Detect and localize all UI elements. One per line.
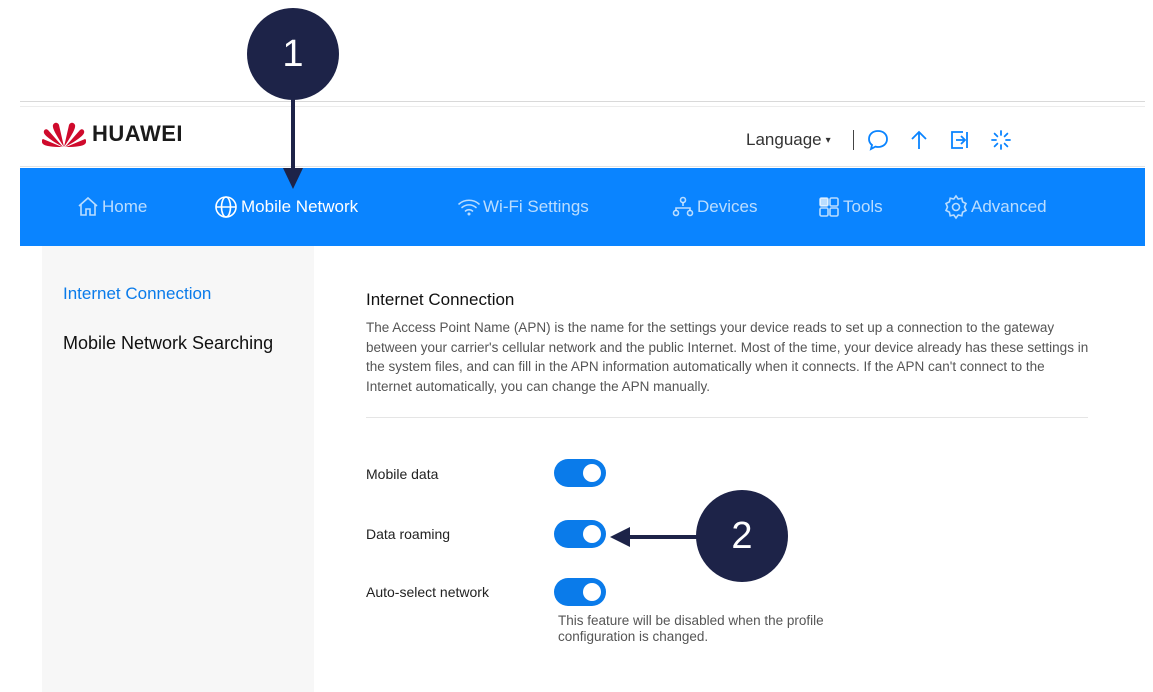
top-border-secondary bbox=[20, 106, 1145, 107]
header-divider bbox=[852, 130, 854, 150]
upload-arrow-icon[interactable] bbox=[907, 128, 931, 152]
content-divider bbox=[366, 417, 1088, 418]
data-roaming-label: Data roaming bbox=[366, 526, 451, 542]
logout-icon[interactable] bbox=[948, 128, 972, 152]
auto-select-note: This feature will be disabled when the p… bbox=[558, 613, 824, 644]
nav-label: Tools bbox=[843, 197, 883, 216]
data-roaming-toggle[interactable] bbox=[554, 520, 606, 548]
auto-select-network-label: Auto-select network bbox=[366, 584, 489, 600]
language-selector[interactable]: Language ▾ bbox=[746, 130, 831, 150]
wifi-icon bbox=[458, 199, 480, 216]
arrow-left-icon bbox=[610, 527, 698, 547]
devices-icon bbox=[672, 196, 694, 217]
top-border bbox=[20, 101, 1145, 102]
mobile-data-toggle[interactable] bbox=[554, 459, 606, 487]
language-label: Language bbox=[746, 130, 822, 149]
huawei-logo[interactable]: HUAWEI bbox=[42, 120, 183, 148]
callout-2: 2 bbox=[696, 490, 788, 582]
toggle-knob bbox=[583, 583, 601, 601]
sidebar-item-mobile-network-searching[interactable]: Mobile Network Searching bbox=[63, 333, 273, 354]
globe-icon bbox=[215, 196, 237, 218]
nav-label: Mobile Network bbox=[241, 197, 359, 216]
main-nav: Home Mobile Network Wi-Fi Settings Devic… bbox=[20, 168, 1145, 246]
header-tools: Language ▾ bbox=[746, 128, 1030, 152]
page-title: Internet Connection bbox=[366, 290, 515, 309]
sidebar-item-internet-connection[interactable]: Internet Connection bbox=[63, 284, 211, 304]
sidebar: Internet Connection Mobile Network Searc… bbox=[42, 246, 314, 692]
callout-1: 1 bbox=[247, 8, 339, 100]
toggle-knob bbox=[583, 464, 601, 482]
nav-label: Wi-Fi Settings bbox=[483, 197, 589, 216]
auto-select-network-toggle[interactable] bbox=[554, 578, 606, 606]
message-icon[interactable] bbox=[866, 128, 890, 152]
nav-item-wifi-settings[interactable]: Wi-Fi Settings bbox=[457, 168, 589, 246]
huawei-logo-icon bbox=[42, 122, 86, 147]
gear-icon bbox=[944, 194, 968, 220]
toggle-knob bbox=[583, 525, 601, 543]
nav-label: Devices bbox=[697, 197, 758, 216]
nav-label: Home bbox=[102, 197, 148, 216]
tools-icon bbox=[819, 197, 839, 217]
nav-item-advanced[interactable]: Advanced bbox=[943, 168, 1047, 246]
loading-icon[interactable] bbox=[989, 128, 1013, 152]
nav-item-home[interactable]: Home bbox=[76, 168, 147, 246]
brand-name: HUAWEI bbox=[92, 121, 183, 146]
chevron-down-icon: ▾ bbox=[825, 134, 831, 146]
nav-item-tools[interactable]: Tools bbox=[817, 168, 883, 246]
page-description: The Access Point Name (APN) is the name … bbox=[366, 320, 1089, 394]
mobile-data-label: Mobile data bbox=[366, 466, 439, 482]
header-divider-line bbox=[20, 166, 1145, 167]
nav-item-devices[interactable]: Devices bbox=[671, 168, 757, 246]
home-icon bbox=[78, 196, 98, 216]
arrow-down-icon bbox=[283, 98, 303, 189]
nav-label: Advanced bbox=[971, 197, 1047, 216]
